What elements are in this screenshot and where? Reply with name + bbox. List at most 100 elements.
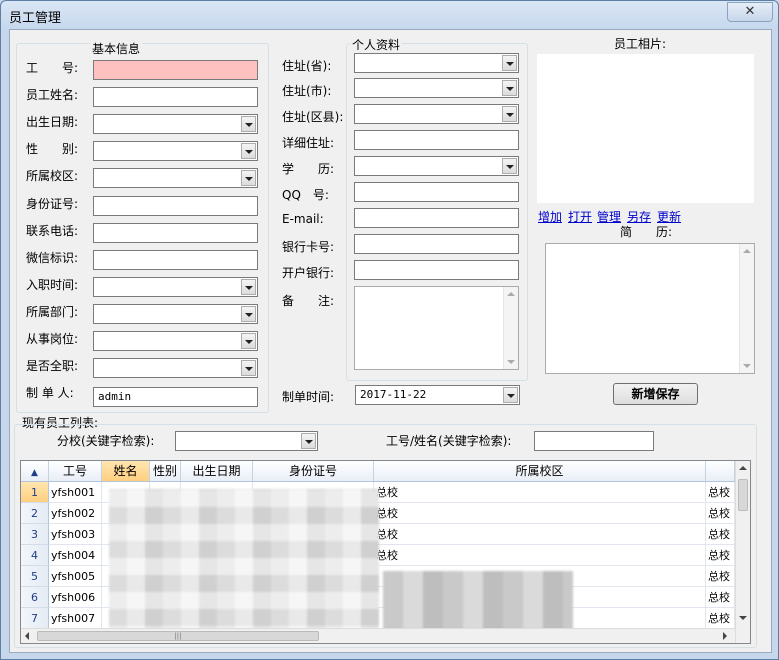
chevron-down-icon[interactable] — [241, 360, 256, 376]
table-cell[interactable]: yfsh001 — [49, 482, 102, 503]
table-cell[interactable]: 总校 — [706, 545, 735, 566]
resume-scrollbar[interactable] — [739, 244, 754, 373]
title-bar[interactable]: 员工管理 ✕ — [1, 1, 778, 29]
chevron-down-icon[interactable] — [241, 333, 256, 349]
column-header-extra[interactable] — [706, 461, 735, 481]
scroll-thumb[interactable]: ||| — [37, 631, 319, 641]
column-header-2[interactable]: 姓名 — [102, 461, 150, 481]
personal-field-combo-1[interactable] — [354, 53, 519, 73]
photo-link-1[interactable]: 增加 — [538, 208, 562, 225]
basic-field-input-2[interactable] — [93, 87, 258, 107]
table-cell[interactable]: 总校 — [706, 566, 735, 587]
row-number[interactable]: 6 — [21, 587, 49, 608]
scroll-up-icon[interactable] — [739, 466, 747, 470]
personal-field-input-7[interactable] — [354, 208, 519, 228]
chevron-down-icon[interactable] — [241, 279, 256, 295]
row-number[interactable]: 5 — [21, 566, 49, 587]
chevron-down-icon[interactable] — [241, 143, 256, 159]
id-filter-input[interactable] — [534, 431, 654, 451]
table-cell[interactable]: 总校 — [374, 545, 706, 566]
table-cell[interactable]: 总校 — [374, 503, 706, 524]
scroll-right-icon[interactable] — [723, 632, 727, 640]
resume-textarea[interactable] — [545, 243, 755, 374]
chevron-down-icon[interactable] — [502, 106, 517, 122]
column-header-5[interactable]: 身份证号 — [253, 461, 374, 481]
table-cell[interactable]: 总校 — [706, 482, 735, 503]
create-time-combo[interactable]: 2017-11-22 — [355, 385, 520, 405]
chevron-down-icon[interactable] — [502, 158, 517, 174]
table-cell[interactable]: 总校 — [706, 587, 735, 608]
basic-field-combo-10[interactable] — [93, 304, 258, 324]
basic-field-combo-12[interactable] — [93, 358, 258, 378]
row-number[interactable]: 2 — [21, 503, 49, 524]
basic-field-combo-4[interactable] — [93, 141, 258, 161]
basic-field-input-1[interactable] — [93, 60, 258, 80]
basic-field-combo-11[interactable] — [93, 331, 258, 351]
basic-field-input-6[interactable] — [93, 196, 258, 216]
employee-grid: ▲ 工号 姓名 性别 出生日期 身份证号 所属校区 1 yfsh001 总校 总校 2 yfsh00… — [20, 460, 751, 644]
table-cell[interactable]: 总校 — [374, 524, 706, 545]
close-button[interactable]: ✕ — [727, 2, 773, 22]
remark-textarea[interactable] — [354, 286, 519, 370]
scroll-down-icon[interactable] — [739, 616, 747, 620]
column-header-1[interactable]: 工号 — [49, 461, 102, 481]
personal-field-input-6[interactable] — [354, 182, 519, 202]
table-cell[interactable]: 总校 — [374, 482, 706, 503]
scroll-left-icon[interactable] — [25, 632, 29, 640]
row-number[interactable]: 7 — [21, 608, 49, 629]
table-cell[interactable]: yfsh002 — [49, 503, 102, 524]
personal-field-label-9: 开户银行: — [282, 266, 335, 280]
row-number[interactable]: 3 — [21, 524, 49, 545]
personal-field-combo-5[interactable] — [354, 156, 519, 176]
grid-corner[interactable]: ▲ — [21, 461, 49, 481]
personal-field-combo-2[interactable] — [354, 78, 519, 98]
remark-label: 备 注: — [282, 294, 335, 308]
chevron-down-icon[interactable] — [241, 306, 256, 322]
row-number[interactable]: 1 — [21, 482, 49, 503]
basic-field-label-11: 从事岗位: — [26, 332, 79, 346]
chevron-down-icon[interactable] — [301, 433, 316, 449]
column-header-4[interactable]: 出生日期 — [181, 461, 253, 481]
new-save-button[interactable]: 新增保存 — [613, 383, 698, 405]
scroll-up-icon[interactable] — [507, 292, 515, 296]
photo-link-3[interactable]: 管理 — [597, 208, 621, 225]
table-cell[interactable]: yfsh005 — [49, 566, 102, 587]
table-cell[interactable]: 总校 — [706, 503, 735, 524]
branch-filter-combo[interactable] — [175, 431, 318, 451]
chevron-down-icon[interactable] — [502, 80, 517, 96]
column-header-6[interactable]: 所属校区 — [374, 461, 706, 481]
chevron-down-icon[interactable] — [241, 170, 256, 186]
chevron-down-icon[interactable] — [502, 55, 517, 71]
table-cell[interactable]: yfsh006 — [49, 587, 102, 608]
table-cell[interactable]: 总校 — [706, 524, 735, 545]
chevron-down-icon[interactable] — [241, 116, 256, 132]
table-cell[interactable]: yfsh003 — [49, 524, 102, 545]
table-cell[interactable]: 总校 — [706, 608, 735, 629]
window-title: 员工管理 — [9, 11, 62, 26]
personal-field-input-4[interactable] — [354, 130, 519, 150]
scroll-down-icon[interactable] — [743, 364, 751, 368]
table-cell[interactable]: yfsh004 — [49, 545, 102, 566]
photo-link-2[interactable]: 打开 — [568, 208, 592, 225]
creator-field[interactable]: admin — [93, 387, 258, 407]
basic-field-combo-5[interactable] — [93, 168, 258, 188]
basic-field-combo-9[interactable] — [93, 277, 258, 297]
personal-field-label-3: 住址(区县): — [282, 110, 344, 124]
basic-field-combo-3[interactable] — [93, 114, 258, 134]
grid-vertical-scrollbar[interactable] — [735, 461, 750, 643]
table-cell[interactable]: yfsh007 — [49, 608, 102, 629]
basic-field-label-3: 出生日期: — [26, 115, 79, 129]
remark-scrollbar[interactable] — [503, 287, 518, 369]
personal-field-combo-3[interactable] — [354, 104, 519, 124]
grid-horizontal-scrollbar[interactable]: ||| — [21, 628, 735, 643]
row-number[interactable]: 4 — [21, 545, 49, 566]
column-header-3[interactable]: 性别 — [150, 461, 181, 481]
basic-field-input-7[interactable] — [93, 223, 258, 243]
personal-field-input-9[interactable] — [354, 260, 519, 280]
scroll-thumb[interactable] — [738, 479, 748, 511]
chevron-down-icon[interactable] — [503, 387, 518, 403]
scroll-down-icon[interactable] — [507, 360, 515, 364]
basic-field-input-8[interactable] — [93, 250, 258, 270]
scroll-up-icon[interactable] — [743, 249, 751, 253]
personal-field-input-8[interactable] — [354, 234, 519, 254]
